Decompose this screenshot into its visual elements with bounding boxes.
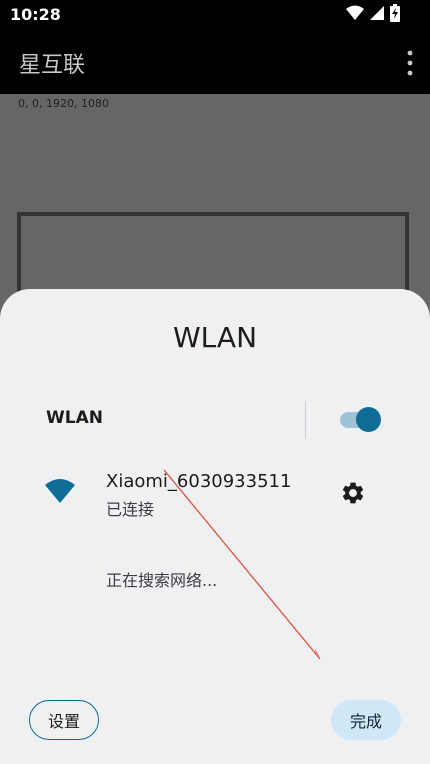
wlan-toggle-row[interactable]: WLAN [0,394,430,444]
wifi-icon [45,479,75,503]
network-status: 已连接 [106,500,155,519]
network-list-item[interactable]: Xiaomi_6030933511 已连接 [0,463,430,523]
done-button[interactable]: 完成 [331,700,401,740]
divider [305,401,306,439]
status-bar: 10:28 [0,0,430,30]
searching-networks-text: 正在搜索网络... [106,571,218,590]
network-name: Xiaomi_6030933511 [106,471,292,492]
status-time: 10:28 [10,5,61,24]
battery-charging-icon [390,4,400,22]
wlan-toggle-switch[interactable] [340,407,381,433]
toggle-thumb [356,407,381,432]
status-icons [346,4,400,22]
screen-coords-text: 0, 0, 1920, 1080 [18,97,109,110]
gear-icon[interactable] [340,480,366,506]
settings-button[interactable]: 设置 [29,700,99,740]
wlan-toggle-label: WLAN [46,408,103,428]
wlan-bottom-sheet: WLAN WLAN Xiaomi_6030933511 已连接 正在搜索网络..… [0,289,430,764]
signal-icon [370,6,384,20]
app-bar: 星互联 [0,30,430,94]
wifi-status-icon [346,5,364,20]
dialog-title: WLAN [172,321,258,354]
more-vert-icon[interactable] [406,50,414,76]
app-title: 星互联 [19,53,86,78]
